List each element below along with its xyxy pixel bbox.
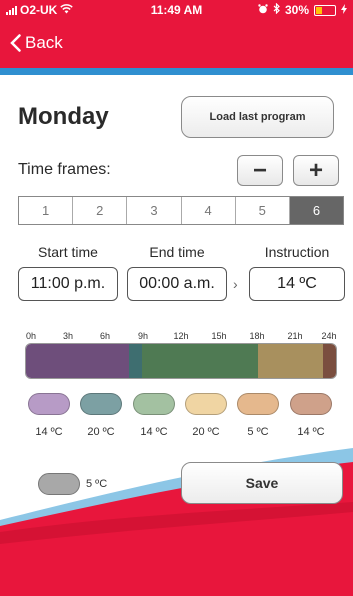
- day-title: Monday: [18, 103, 109, 130]
- tick-label: 6h: [99, 331, 110, 341]
- frame-tab-4[interactable]: 4: [182, 197, 236, 224]
- chevron-left-icon: [10, 34, 21, 52]
- temp-swatch-label: 14 ºC: [297, 426, 325, 438]
- temp-swatch-label: 20 ºC: [192, 426, 220, 438]
- nav-bar: Back: [0, 20, 353, 68]
- temp-swatch-label: 5 ºC: [247, 426, 269, 438]
- timeline-segment[interactable]: [129, 344, 143, 378]
- battery-percent: 30%: [284, 3, 309, 17]
- load-last-program-button[interactable]: Load last program: [181, 96, 334, 138]
- temp-swatch-label: 14 ºC: [35, 426, 63, 438]
- frame-tab-3[interactable]: 3: [127, 197, 182, 224]
- remove-frame-button[interactable]: −: [237, 155, 283, 186]
- tick-label: 12h: [173, 331, 189, 341]
- time-frame-selector: 1 2 3 4 5 6: [18, 196, 344, 225]
- tick-label: 24h: [321, 331, 337, 341]
- tick-label: 0h: [25, 331, 36, 341]
- end-time-header: End time: [149, 244, 205, 260]
- off-temp-swatch[interactable]: [38, 473, 80, 495]
- tick-label: 18h: [249, 331, 265, 341]
- temp-swatch-4[interactable]: [185, 393, 227, 415]
- back-button[interactable]: Back: [10, 33, 63, 53]
- temp-swatch-6[interactable]: [290, 393, 332, 415]
- bluetooth-icon: [273, 2, 280, 17]
- off-temp-label: 5 ºC: [86, 478, 108, 490]
- instruction-field[interactable]: 14 ºC: [249, 267, 345, 301]
- back-label: Back: [25, 33, 63, 52]
- timeline-segment[interactable]: [142, 344, 259, 378]
- temp-swatch-5[interactable]: [237, 393, 279, 415]
- start-time-header: Start time: [38, 244, 98, 260]
- temp-swatch-label: 14 ºC: [140, 426, 168, 438]
- temp-swatch-2[interactable]: [80, 393, 122, 415]
- add-frame-button[interactable]: +: [293, 155, 339, 186]
- temp-swatch-3[interactable]: [133, 393, 175, 415]
- daily-schedule-timeline[interactable]: [25, 343, 337, 379]
- tick-label: 21h: [287, 331, 303, 341]
- header-accent-band: [0, 68, 353, 75]
- tick-label: 15h: [211, 331, 227, 341]
- instruction-header: Instruction: [264, 244, 330, 260]
- alarm-icon: [258, 3, 268, 17]
- timeline-segment[interactable]: [26, 344, 130, 378]
- time-frames-label: Time frames:: [18, 161, 111, 178]
- battery-icon: [314, 4, 336, 16]
- start-time-field[interactable]: 11:00 p.m.: [18, 267, 118, 301]
- status-bar: O2-UK 11:49 AM 30%: [0, 0, 353, 20]
- tick-label: 9h: [137, 331, 148, 341]
- frame-tab-5[interactable]: 5: [236, 197, 290, 224]
- end-time-field[interactable]: 00:00 a.m.: [127, 267, 227, 301]
- tick-label: 3h: [62, 331, 73, 341]
- charging-icon: [341, 3, 347, 17]
- temp-swatch-1[interactable]: [28, 393, 70, 415]
- frame-tab-6[interactable]: 6: [289, 197, 344, 224]
- frame-tab-2[interactable]: 2: [73, 197, 128, 224]
- timeline-segment[interactable]: [323, 344, 336, 378]
- chevron-right-icon: ›: [233, 276, 238, 292]
- temp-swatch-label: 20 ºC: [87, 426, 115, 438]
- frame-tab-1[interactable]: 1: [19, 197, 74, 224]
- save-button[interactable]: Save: [181, 462, 343, 504]
- timeline-segment[interactable]: [258, 344, 324, 378]
